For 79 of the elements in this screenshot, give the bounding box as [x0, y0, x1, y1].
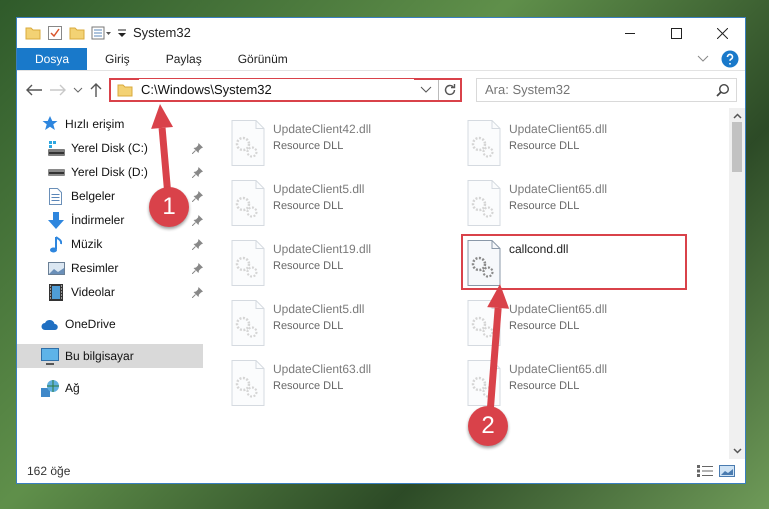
file-type: Resource DLL — [273, 139, 344, 154]
dll-file-icon[interactable] — [467, 240, 501, 286]
ribbon-tab[interactable]: Dosya — [17, 48, 88, 70]
music-note-icon — [50, 236, 62, 252]
sidebar-item[interactable]: Resimler — [17, 256, 126, 280]
pin-icon[interactable] — [192, 190, 203, 202]
scroll-up-icon[interactable] — [732, 113, 742, 119]
file-name[interactable]: UpdateClient65.dll — [509, 360, 608, 378]
sidebar-item[interactable]: Belgeler — [17, 184, 124, 208]
drive-icon — [48, 140, 64, 156]
sidebar-item[interactable]: İndirmeler — [17, 208, 132, 232]
refresh-icon[interactable] — [442, 82, 456, 96]
back-icon[interactable] — [25, 82, 43, 96]
folder-icon[interactable] — [69, 25, 85, 41]
up-icon[interactable] — [89, 82, 103, 98]
file-type: Resource DLL — [273, 199, 344, 214]
properties-icon[interactable] — [91, 25, 111, 41]
sidebar-item[interactable]: Hızlı erişim — [17, 112, 203, 136]
file-type: Resource DLL — [509, 139, 580, 154]
pin-icon[interactable] — [192, 262, 203, 274]
maximize-icon — [670, 28, 682, 38]
minimize-icon — [625, 32, 635, 34]
file-name[interactable]: UpdateClient5.dll — [273, 180, 364, 198]
ribbon-tab[interactable]: Görünüm — [220, 48, 306, 70]
ribbon-tab[interactable]: Paylaş — [148, 48, 220, 70]
folder-icon[interactable] — [25, 25, 41, 41]
file-type: Resource DLL — [273, 319, 344, 334]
search-icon[interactable] — [716, 82, 730, 96]
file-name[interactable]: UpdateClient65.dll — [509, 180, 608, 198]
file-name[interactable]: UpdateClient19.dll — [273, 240, 372, 258]
monitor-icon — [41, 348, 59, 364]
folder-icon — [117, 82, 133, 98]
item-count: 162 öğe — [27, 463, 70, 480]
file-name[interactable]: UpdateClient65.dll — [509, 120, 608, 138]
pin-icon[interactable] — [192, 214, 203, 226]
sidebar-item[interactable]: Ağ — [17, 376, 203, 400]
sidebar-item[interactable]: Yerel Disk (C:) — [17, 136, 156, 160]
drive-icon — [48, 168, 64, 176]
file-name[interactable]: callcond.dll — [509, 240, 568, 258]
window-title: System32 — [133, 24, 191, 42]
file-type: Resource DLL — [509, 379, 580, 394]
ribbon-tab[interactable]: Giriş — [87, 48, 148, 70]
download-arrow-icon — [48, 212, 64, 228]
scrollbar[interactable] — [729, 108, 745, 459]
file-type: Resource DLL — [273, 379, 344, 394]
picture-icon — [48, 262, 64, 274]
document-icon — [49, 188, 63, 204]
cloud-icon — [41, 318, 59, 330]
expand-ribbon-icon[interactable] — [697, 55, 709, 63]
recent-locations-icon[interactable] — [73, 86, 83, 94]
sidebar-item[interactable]: Müzik — [17, 232, 110, 256]
dropdown-icon[interactable] — [420, 86, 432, 94]
search-box[interactable]: Ara: System32 — [476, 78, 737, 102]
file-name[interactable]: UpdateClient63.dll — [273, 360, 372, 378]
sidebar-item[interactable]: Videolar — [17, 280, 123, 304]
pin-icon[interactable] — [192, 142, 203, 154]
film-icon — [49, 284, 63, 300]
details-view-icon[interactable] — [697, 465, 713, 477]
thumbnail-view-icon[interactable] — [719, 465, 735, 477]
file-name[interactable]: UpdateClient5.dll — [273, 300, 364, 318]
file-type: Resource DLL — [509, 319, 580, 334]
file-name[interactable]: UpdateClient42.dll — [273, 120, 372, 138]
network-icon — [41, 380, 59, 396]
sidebar-item[interactable]: Yerel Disk (D:) — [17, 160, 156, 184]
scroll-down-icon[interactable] — [732, 448, 742, 454]
file-type: Resource DLL — [509, 199, 580, 214]
pin-icon[interactable] — [192, 286, 203, 298]
sidebar-item[interactable]: Bu bilgisayar — [17, 344, 203, 368]
address-bar[interactable]: C:\Windows\System32 — [109, 78, 462, 102]
file-name[interactable]: UpdateClient65.dll — [509, 300, 608, 318]
close-icon — [716, 28, 728, 38]
checkbox-icon[interactable] — [47, 25, 63, 41]
pin-icon[interactable] — [192, 166, 203, 178]
scroll-thumb[interactable] — [732, 122, 742, 172]
pin-icon[interactable] — [192, 238, 203, 250]
star-icon — [41, 116, 59, 132]
sidebar-item[interactable]: OneDrive — [17, 312, 203, 336]
help-icon[interactable] — [721, 50, 739, 68]
file-type: Resource DLL — [273, 259, 344, 274]
